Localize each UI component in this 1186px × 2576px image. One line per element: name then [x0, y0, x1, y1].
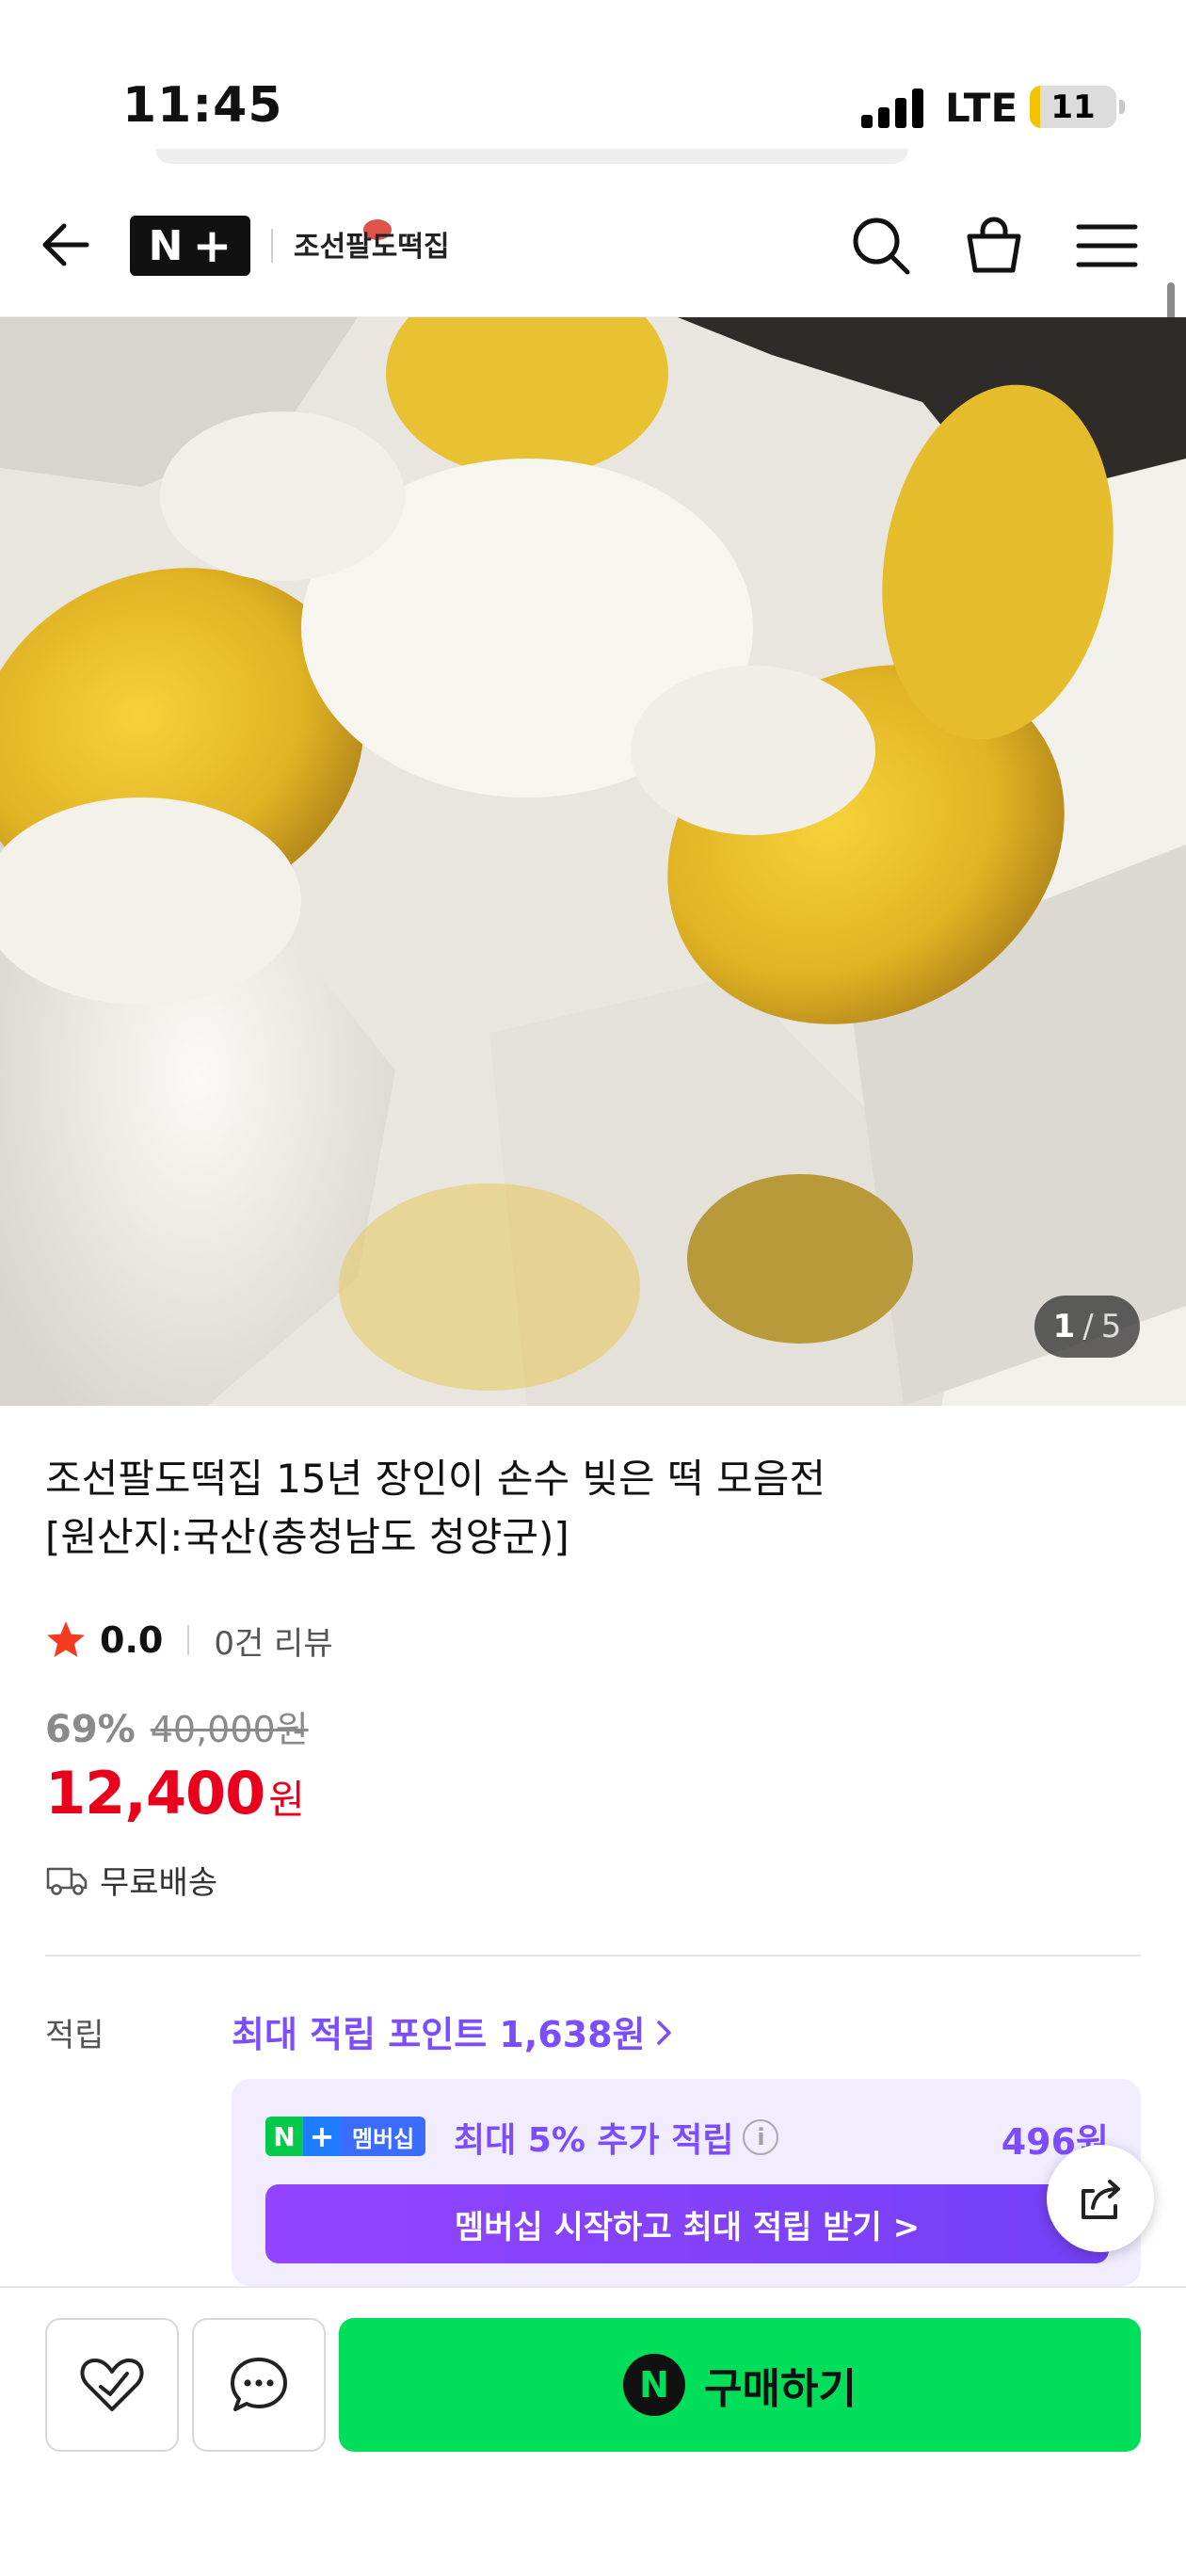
discount-row: 69% 40,000원 [45, 1700, 309, 1752]
chat-button[interactable] [192, 2318, 326, 2452]
membership-badge-plus: + [303, 2117, 341, 2156]
heart-check-icon [80, 2359, 144, 2411]
header-divider [271, 229, 273, 263]
review-count[interactable]: 0건 리뷰 [214, 1618, 332, 1664]
buy-button[interactable]: N 구매하기 [339, 2318, 1141, 2452]
star-icon [47, 1621, 85, 1657]
max-points-link[interactable]: 최대 적립 포인트 1,638원 [232, 2005, 674, 2057]
rating-divider [187, 1625, 190, 1655]
shipping-row: 무료배송 [45, 1857, 217, 1903]
logo-plus: + [192, 218, 232, 273]
sale-price: 12,400 [45, 1759, 265, 1827]
product-title: 조선팔도떡집 15년 장인이 손수 빚은 떡 모음전 [원산지:국산(충청남도 … [45, 1450, 1128, 1567]
max-points-text: 최대 적립 포인트 1,638원 [232, 2014, 646, 2055]
membership-box: N + 멤버십 최대 5% 추가 적립 i 496원 멤버십 시작하고 최대 적… [232, 2079, 1141, 2286]
signal-icon [861, 87, 925, 128]
share-icon [1082, 2180, 1120, 2219]
membership-extra-text: 최대 5% 추가 적립 [454, 2121, 734, 2160]
naver-plus-logo[interactable]: N + [130, 216, 250, 276]
membership-badge-label: 멤버십 [341, 2117, 426, 2156]
membership-badge-n: N [265, 2117, 303, 2156]
naver-n-icon: N [623, 2354, 686, 2416]
status-bar: 11:45 LTE 11 [0, 0, 1186, 164]
shipping-label: 무료배송 [100, 1864, 218, 1902]
chevron-right-icon [655, 2014, 674, 2055]
rating-row[interactable]: 0.0 0건 리뷰 [45, 1616, 333, 1665]
membership-cta-button[interactable]: 멤버십 시작하고 최대 적립 받기 > [265, 2184, 1109, 2263]
product-title-line1: 조선팔도떡집 15년 장인이 손수 빚은 떡 모음전 [45, 1456, 826, 1502]
chat-icon [231, 2358, 287, 2411]
membership-extra: 최대 5% 추가 적립 i [454, 2113, 779, 2162]
logo-n: N [148, 221, 184, 270]
image-counter-separator: / [1082, 1308, 1094, 1345]
wishlist-button[interactable] [45, 2318, 179, 2452]
info-icon[interactable]: i [743, 2119, 779, 2155]
price-row: 12,400 원 [45, 1759, 305, 1827]
share-button[interactable] [1047, 2145, 1154, 2252]
buy-button-label: 구매하기 [704, 2365, 857, 2413]
network-label: LTE [945, 85, 1018, 131]
menu-icon[interactable] [1073, 212, 1141, 280]
points-label: 적립 [45, 2017, 104, 2054]
image-counter-total: 5 [1100, 1308, 1122, 1345]
battery-tip [1119, 100, 1125, 114]
truck-icon [46, 1867, 88, 1895]
original-price: 40,000원 [150, 1709, 309, 1750]
status-time: 11:45 [122, 77, 283, 134]
image-counter-current: 1 [1052, 1308, 1076, 1345]
top-nav: N + 조선팔도떡집 [0, 174, 1186, 317]
battery-icon: 11 [1030, 86, 1116, 128]
shopping-bag-icon[interactable] [960, 212, 1028, 280]
store-brand[interactable]: 조선팔도떡집 [294, 223, 450, 265]
membership-badge: N + 멤버십 [265, 2117, 426, 2156]
section-divider [45, 1955, 1141, 1956]
rice-cake-photo [0, 317, 1186, 1406]
search-icon[interactable] [847, 212, 915, 280]
price-unit: 원 [268, 1777, 305, 1823]
battery-level: 11 [1050, 89, 1096, 126]
discount-rate: 69% [45, 1708, 136, 1751]
product-title-line2: [원산지:국산(충청남도 청양군)] [45, 1514, 569, 1560]
product-image[interactable] [0, 317, 1186, 1406]
image-counter: 1 / 5 [1034, 1296, 1140, 1358]
bottom-action-bar: N 구매하기 [0, 2286, 1186, 2576]
back-arrow-icon[interactable] [38, 214, 100, 276]
rating-value: 0.0 [100, 1619, 164, 1661]
browser-url-pill[interactable] [155, 149, 908, 164]
